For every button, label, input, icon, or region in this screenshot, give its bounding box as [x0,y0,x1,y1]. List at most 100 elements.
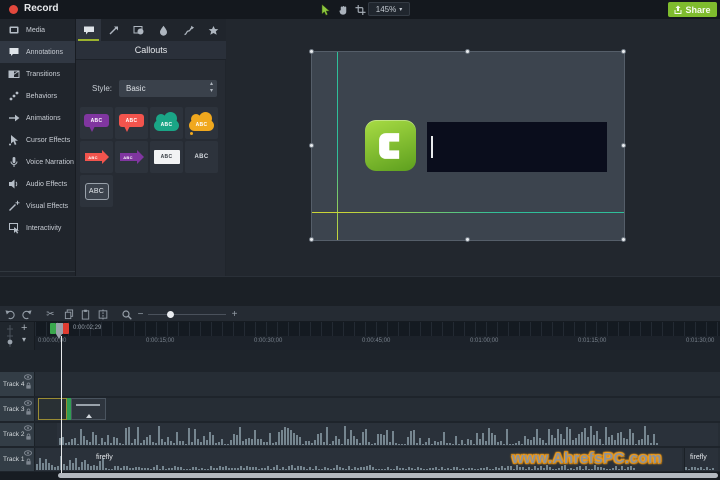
style-select[interactable]: Basic ▴ ▾ [119,80,217,97]
audio-clip[interactable] [57,423,718,446]
ruler-tick: 0:00:30;00 [254,338,283,344]
track-lock-icon[interactable] [25,382,32,389]
split-button[interactable] [96,308,109,321]
canvas-zoom-select[interactable]: 145% ▾ [368,2,410,16]
track-lock-icon[interactable] [25,458,32,465]
sidebar-item-label: Animations [26,114,61,122]
blur-droplet-icon [160,25,167,36]
sidebar-item-audio-effects[interactable]: Audio Effects [0,173,75,195]
panel-title: Callouts [76,41,226,60]
tab-sketch-motion[interactable] [176,19,201,41]
transitions-icon [8,68,20,80]
pan-tool-button[interactable] [336,2,351,17]
camtasia-logo-media[interactable] [365,120,416,171]
callout-thumb-arrow-purple[interactable]: ABC [115,141,148,173]
callout-thumb-cloud-teal[interactable]: ABC [150,107,183,139]
playhead-line[interactable] [61,336,62,473]
callout-thumb-arrow-red[interactable]: ABC [80,141,113,173]
selection-handle[interactable] [621,49,626,54]
camtasia-window: Record 145% ▾ Share Media Annotations Tr… [0,0,720,480]
tab-shapes[interactable] [126,19,151,41]
redo-button[interactable] [20,308,33,321]
collapse-tracks-button[interactable]: ▾ [22,335,26,344]
arrow-shape: ABC [84,150,109,164]
magic-wand-icon [8,200,20,212]
sidebar-item-animations[interactable]: Animations [0,107,75,129]
undo-icon [5,310,15,320]
sidebar-item-label: Interactivity [26,224,62,232]
playhead-out-handle[interactable] [63,323,69,334]
selection-handle[interactable] [309,237,314,242]
sidebar-item-behaviors[interactable]: Behaviors [0,85,75,107]
cloud-shape: ABC [154,111,179,131]
ruler-tick: 0:00:00;00 [38,338,67,344]
select-tool-button[interactable] [318,2,333,17]
media-icon [8,24,20,36]
timeline-zoom-button[interactable] [120,308,133,321]
track-height-slider[interactable] [5,324,15,348]
sidebar-item-label: Behaviors [26,92,58,100]
selection-handle[interactable] [309,143,314,148]
track-row-2: Track 2 [0,423,720,446]
copy-button[interactable] [62,308,75,321]
track-visibility-icon[interactable] [24,400,32,406]
trim-selection-region[interactable] [38,398,67,420]
sidebar-item-voice-narration[interactable]: Voice Narration [0,151,75,173]
track-visibility-icon[interactable] [24,425,32,431]
sidebar-item-media[interactable]: Media [0,19,75,41]
timeline-gutter: + ▾ [0,322,35,350]
sidebar-item-interactivity[interactable]: Interactivity [0,217,75,239]
selection-handle[interactable] [465,49,470,54]
callout-thumb-speech-red[interactable]: ABC [115,107,148,139]
zoom-out-button[interactable]: − [134,308,147,321]
playhead-handle[interactable] [56,323,63,339]
sidebar-item-visual-effects[interactable]: Visual Effects [0,195,75,217]
track-name: Track 4 [3,380,25,388]
crop-tool-button[interactable] [353,2,368,17]
zoom-in-button[interactable]: + [228,308,241,321]
track-visibility-icon[interactable] [24,450,32,456]
track-lock-icon[interactable] [25,433,32,440]
callout-thumb-cloud-orange[interactable]: ABC [185,107,218,139]
clip-label: firefly [690,454,707,461]
style-select-value: Basic [126,84,146,93]
selection-handle[interactable] [621,143,626,148]
canvas-zoom-value: 145% [375,4,397,14]
sidebar-item-cursor-effects[interactable]: Cursor Effects [0,129,75,151]
ruler-tick: 0:00:15;00 [146,338,175,344]
timeline-ruler[interactable]: 0:00:02;29 0:00:00;00 0:00:15;00 0:00:30… [35,322,720,350]
timeline-zoom-slider-track[interactable] [148,314,226,315]
track-visibility-icon[interactable] [24,374,32,380]
callout-text-box[interactable] [427,122,607,172]
tab-blur[interactable] [151,19,176,41]
cut-button[interactable]: ✂ [44,308,57,321]
share-button[interactable]: Share [668,2,717,17]
callout-clip[interactable] [71,398,106,420]
track-lock-icon[interactable] [25,408,32,415]
horizontal-scrollbar-thumb[interactable] [58,473,718,478]
tab-arrows[interactable] [101,19,126,41]
callout-thumb-keystroke[interactable]: ABC [80,175,113,207]
sidebar-item-annotations[interactable]: Annotations [0,41,75,63]
sidebar-item-transitions[interactable]: Transitions [0,63,75,85]
callout-thumb-plain-text[interactable]: ABC [185,141,218,173]
tab-callouts[interactable] [76,19,101,41]
music-clip-firefly-2[interactable]: firefly [684,448,718,471]
selection-handle[interactable] [621,237,626,242]
keystroke-tab-icon [208,25,219,35]
add-track-button[interactable]: + [21,322,27,334]
cursor-arrow-icon [321,3,331,16]
callout-thumb-white-rect[interactable]: ABC [150,141,183,173]
audio-waveform [685,463,718,470]
annotation-tabbar [76,19,226,41]
callout-thumb-speech-purple[interactable]: ABC [80,107,113,139]
canvas-stage[interactable] [309,49,626,242]
paste-button[interactable] [79,308,92,321]
selection-handle[interactable] [465,237,470,242]
undo-button[interactable] [4,308,17,321]
tab-keystroke[interactable] [201,19,226,41]
clipboard-icon [81,309,90,320]
timeline-zoom-slider-handle[interactable] [167,311,174,318]
watermark: www.AhrefsPC.com [512,450,662,467]
selection-handle[interactable] [309,49,314,54]
